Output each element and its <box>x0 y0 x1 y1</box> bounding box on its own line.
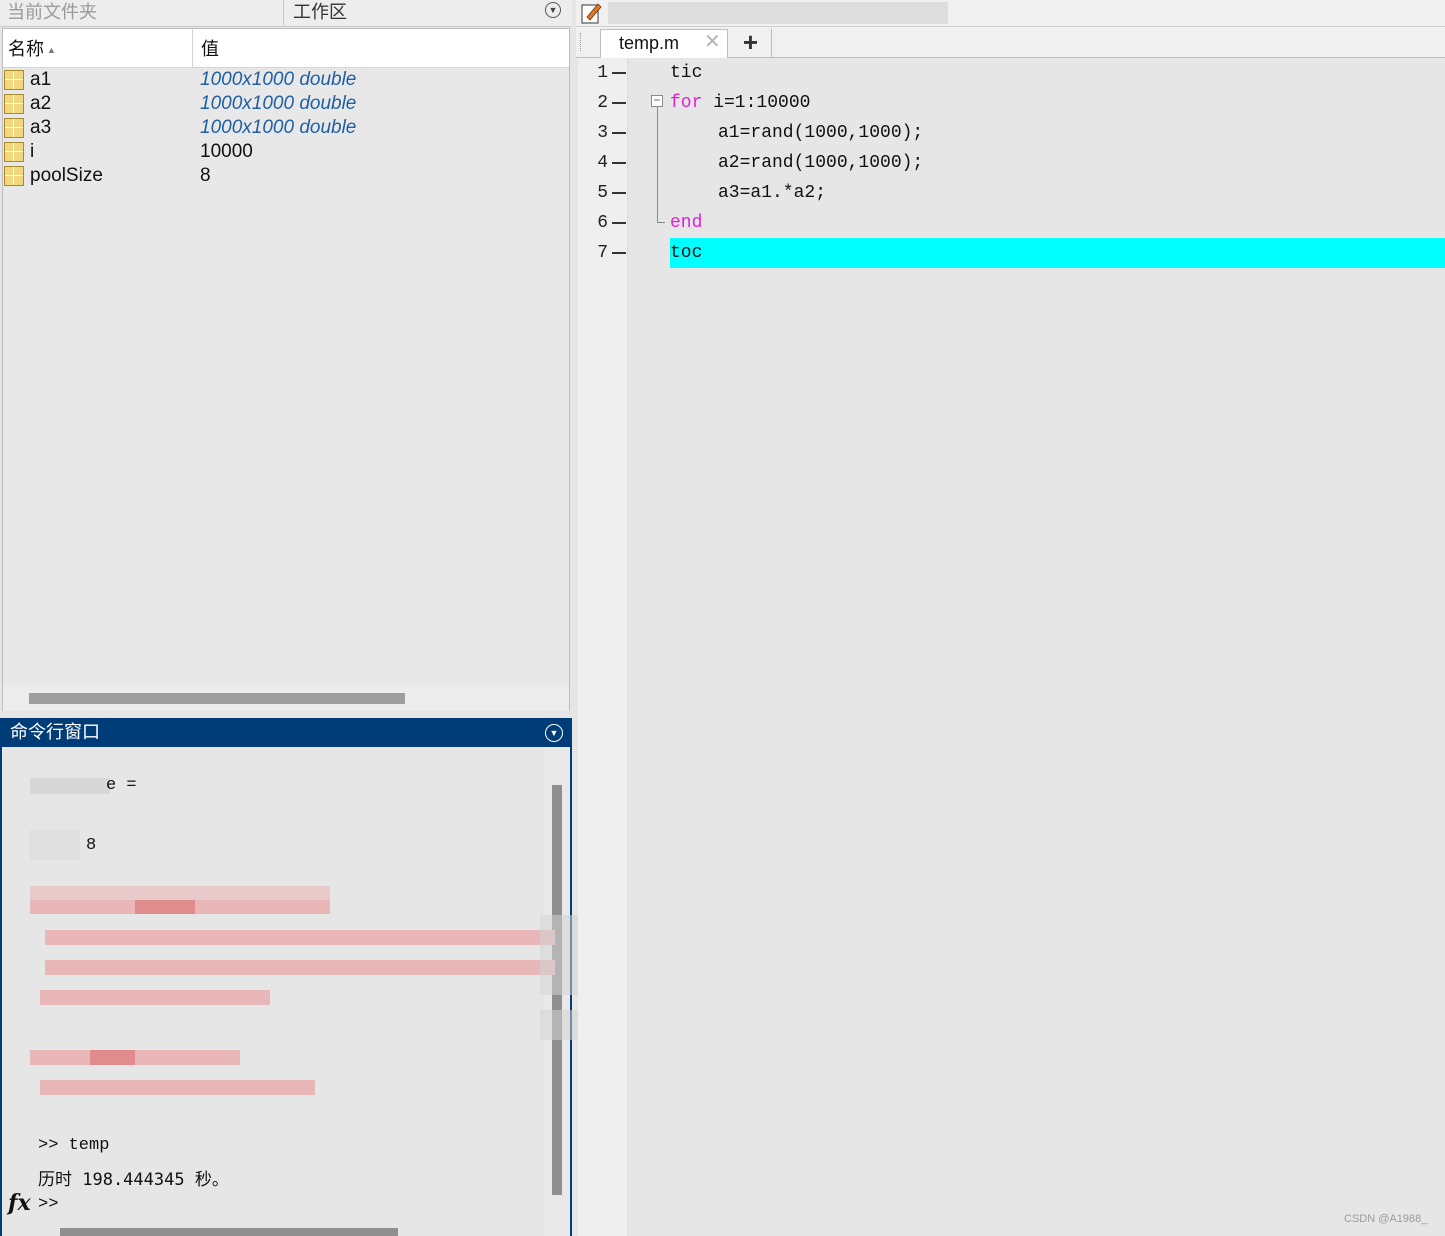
chevron-down-icon[interactable]: ▼ <box>545 2 561 18</box>
code-text: a1=rand(1000,1000); <box>718 123 924 143</box>
breakpoint-marker[interactable] <box>612 132 626 134</box>
line-number: 3 <box>597 123 608 143</box>
command-hscrollbar[interactable] <box>60 1228 398 1236</box>
tab-grip <box>580 33 584 51</box>
sort-asc-icon: ▲ <box>47 45 56 56</box>
redacted-region <box>135 900 195 914</box>
code-line[interactable]: a3=a1.*a2; <box>718 178 826 208</box>
fold-guide-end <box>657 222 665 223</box>
variable-value: 1000x1000 double <box>200 117 357 138</box>
add-tab-button[interactable]: + <box>730 29 772 57</box>
variable-value: 8 <box>200 165 211 186</box>
cmd-line-prompt-cmd: >> temp <box>38 1136 110 1155</box>
code-area[interactable] <box>628 58 1445 1236</box>
line-number: 4 <box>597 153 608 173</box>
workspace-header: 名称 ▲ 值 <box>3 29 569 68</box>
table-row[interactable]: a3 1000x1000 double <box>3 116 569 140</box>
code-line[interactable]: a1=rand(1000,1000); <box>718 118 923 148</box>
redacted-region <box>30 1050 240 1065</box>
watermark: CSDN @A1988_ <box>1344 1213 1428 1225</box>
redacted-region <box>30 886 330 900</box>
code-text: a2=rand(1000,1000); <box>718 153 924 173</box>
breakpoint-marker[interactable] <box>612 192 626 194</box>
code-text: i=1:10000 <box>702 93 811 113</box>
variable-matrix-icon <box>4 166 24 186</box>
tab-workspace-label: 工作区 <box>293 2 347 22</box>
variable-matrix-icon <box>4 118 24 138</box>
code-text: tic <box>670 63 703 83</box>
table-row[interactable]: poolSize 8 <box>3 164 569 188</box>
redacted-region <box>40 1080 315 1095</box>
redacted-region <box>40 990 270 1005</box>
variable-value: 10000 <box>200 141 253 162</box>
fold-toggle-icon[interactable]: − <box>651 94 663 107</box>
line-number: 1 <box>597 63 608 83</box>
tab-current-folder[interactable]: 当前文件夹 <box>0 0 284 26</box>
code-text: a3=a1.*a2; <box>718 183 827 203</box>
line-number: 2 <box>597 93 608 113</box>
redacted-region <box>608 2 948 24</box>
table-row[interactable]: a1 1000x1000 double <box>3 68 569 92</box>
redacted-region <box>30 830 80 860</box>
variable-name: i <box>30 141 35 162</box>
redacted-region <box>45 930 555 945</box>
command-window-title: 命令行窗口 <box>0 718 572 747</box>
code-line[interactable]: end <box>670 208 702 238</box>
code-keyword: for <box>670 93 703 113</box>
variable-matrix-icon <box>4 94 24 114</box>
column-header-name[interactable]: 名称 ▲ <box>3 29 193 67</box>
cmd-prompt[interactable]: >> <box>38 1195 58 1214</box>
line-number: 6 <box>597 213 608 233</box>
breakpoint-marker[interactable] <box>612 72 626 74</box>
code-keyword: end <box>670 213 703 233</box>
variable-value: 1000x1000 double <box>200 69 357 90</box>
breakpoint-marker[interactable] <box>612 252 626 254</box>
redacted-region <box>30 778 110 794</box>
line-number: 5 <box>597 183 608 203</box>
table-row[interactable]: a2 1000x1000 double <box>3 92 569 116</box>
cmd-line-equals: e = <box>106 776 137 795</box>
code-line[interactable]: a2=rand(1000,1000); <box>718 148 923 178</box>
pencil-icon <box>581 3 602 24</box>
cmd-line-elapsed: 历时 198.444345 秒。 <box>38 1170 229 1190</box>
workspace-hscrollbar[interactable] <box>29 693 405 704</box>
cmd-line-value: 8 <box>86 836 97 855</box>
chevron-down-icon[interactable]: ▼ <box>545 724 563 742</box>
variable-name: a3 <box>30 117 52 138</box>
column-header-name-label: 名称 <box>8 39 44 59</box>
code-line[interactable]: for i=1:10000 <box>670 88 810 118</box>
code-line[interactable]: tic <box>670 58 702 88</box>
column-header-value[interactable]: 值 <box>194 29 219 67</box>
breakpoint-marker[interactable] <box>612 162 626 164</box>
workspace-panel: 名称 ▲ 值 a1 1000x1000 double a2 1000x1000 doub… <box>2 28 570 711</box>
table-row[interactable]: i 10000 <box>3 140 569 164</box>
breakpoint-marker[interactable] <box>612 102 626 104</box>
variable-name: a1 <box>30 69 52 90</box>
variable-name: a2 <box>30 93 52 114</box>
redacted-region <box>45 960 555 975</box>
line-number: 7 <box>597 243 608 263</box>
code-text: toc <box>670 243 703 263</box>
variable-name: poolSize <box>30 165 103 186</box>
tab-workspace[interactable]: 工作区 ▼ <box>285 0 572 26</box>
redacted-region <box>90 1050 135 1065</box>
fx-icon[interactable]: fx <box>8 1190 31 1216</box>
current-line-highlight <box>670 238 1445 268</box>
code-line[interactable]: toc <box>670 238 702 268</box>
fold-guide <box>657 107 658 223</box>
variable-matrix-icon <box>4 70 24 90</box>
variable-matrix-icon <box>4 142 24 162</box>
close-icon[interactable]: ✕ <box>704 31 721 53</box>
variable-value: 1000x1000 double <box>200 93 357 114</box>
breakpoint-marker[interactable] <box>612 222 626 224</box>
